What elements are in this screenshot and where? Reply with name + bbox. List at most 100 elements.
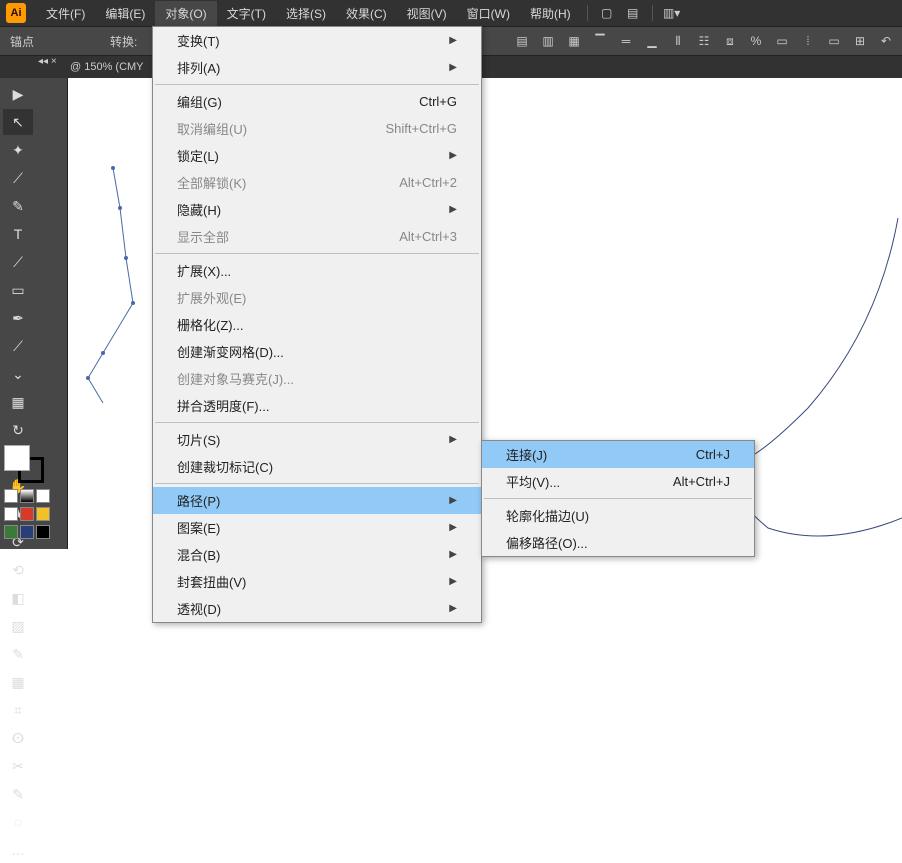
gradient-tool[interactable]: ▨ <box>3 613 33 639</box>
menu-item-label: 隐藏(H) <box>177 200 221 219</box>
rotate-tool[interactable]: ↻ <box>3 417 33 443</box>
menu-item[interactable]: 拼合透明度(F)... <box>153 392 481 419</box>
submenu-item[interactable]: 偏移路径(O)... <box>482 529 754 556</box>
align-left-icon[interactable]: ▤ <box>512 32 532 50</box>
menu-text[interactable]: 文字(T) <box>217 1 276 26</box>
menu-object[interactable]: 对象(O) <box>155 1 216 26</box>
menu-item[interactable]: 切片(S)▶ <box>153 426 481 453</box>
anchor-label: 锚点 <box>10 33 34 50</box>
blend-tool[interactable]: ▦ <box>3 669 33 695</box>
eyedropper-tool[interactable]: ✎ <box>3 641 33 667</box>
mesh-tool[interactable]: ◧ <box>3 585 33 611</box>
symbol-sprayer-tool[interactable]: ⌗ <box>3 697 33 723</box>
menu-item-label: 路径(P) <box>177 491 220 510</box>
menu-item[interactable]: 创建渐变网格(D)... <box>153 338 481 365</box>
submenu-item[interactable]: 轮廓化描边(U) <box>482 502 754 529</box>
menu-item: 取消编组(U)Shift+Ctrl+G <box>153 115 481 142</box>
column-graph-tool[interactable]: ⵙ <box>3 725 33 751</box>
swatch-red[interactable] <box>20 507 34 521</box>
type-tool[interactable]: T <box>3 221 33 247</box>
menu-item-label: 混合(B) <box>177 545 220 564</box>
swatch-green[interactable] <box>4 525 18 539</box>
align-artboard-icon[interactable]: ▭ <box>824 32 844 50</box>
menu-view[interactable]: 视图(V) <box>397 1 457 26</box>
menu-item: 创建对象马赛克(J)... <box>153 365 481 392</box>
menu-item[interactable]: 栅格化(Z)... <box>153 311 481 338</box>
swatch-preset-row <box>4 507 62 521</box>
menu-item[interactable]: 锁定(L)▶ <box>153 142 481 169</box>
menu-window[interactable]: 窗口(W) <box>457 1 520 26</box>
menu-item[interactable]: 封套扭曲(V)▶ <box>153 568 481 595</box>
align-bottom-icon[interactable]: ▁ <box>642 32 662 50</box>
submenu-item-label: 连接(J) <box>506 445 547 464</box>
doc-open-icon[interactable]: ▤ <box>622 3 644 23</box>
fill-swatch[interactable] <box>4 445 30 471</box>
menu-item-label: 锁定(L) <box>177 146 219 165</box>
align-points-icon[interactable]: ⦙ <box>798 32 818 50</box>
magic-wand-tool[interactable]: ✦ <box>3 137 33 163</box>
menu-item[interactable]: 扩展(X)... <box>153 257 481 284</box>
menu-select[interactable]: 选择(S) <box>276 1 336 26</box>
blob-brush-tool[interactable]: ⌄ <box>3 361 33 387</box>
distribute-icon[interactable]: ⧈ <box>720 32 740 50</box>
menu-item[interactable]: 图案(E)▶ <box>153 514 481 541</box>
menu-effect[interactable]: 效果(C) <box>336 1 397 26</box>
menu-item[interactable]: 路径(P)▶ <box>153 487 481 514</box>
submenu-item-label: 平均(V)... <box>506 472 560 491</box>
draw-normal-icon[interactable] <box>4 489 18 503</box>
none-mode-icon[interactable] <box>36 489 50 503</box>
menu-item[interactable]: 创建裁切标记(C) <box>153 453 481 480</box>
lasso-tool[interactable]: ⟋ <box>3 165 33 191</box>
dist-v-icon[interactable]: ☷ <box>694 32 714 50</box>
menu-file[interactable]: 文件(F) <box>36 1 95 26</box>
artboard-tool[interactable]: ✂ <box>3 753 33 779</box>
swatch-white[interactable] <box>4 507 18 521</box>
tool-panel: ▶ ↖ ✦ ⟋ ✎ T ⟋ ▭ ✒ ⟋ ⌄ ▦ ↻ ▦ ✋ ★ ⟳ ⟲ ◧ ▨ … <box>0 78 68 549</box>
menu-item[interactable]: 变换(T)▶ <box>153 27 481 54</box>
menu-item[interactable]: 透视(D)▶ <box>153 595 481 622</box>
align-right-icon[interactable]: ▦ <box>564 32 584 50</box>
menu-item[interactable]: 编组(G)Ctrl+G <box>153 88 481 115</box>
menu-item[interactable]: 排列(A)▶ <box>153 54 481 81</box>
align-top-icon[interactable]: ▔ <box>590 32 610 50</box>
distribute-btn[interactable]: ▭ <box>772 32 792 50</box>
swatch-blue[interactable] <box>20 525 34 539</box>
pen-tool[interactable]: ✎ <box>3 193 33 219</box>
grid-icon[interactable]: ⊞ <box>850 32 870 50</box>
document-tab[interactable]: @ 150% (CMY <box>70 61 144 73</box>
doc-new-icon[interactable]: ▢ <box>596 3 618 23</box>
menu-edit[interactable]: 编辑(E) <box>95 1 155 26</box>
rectangle-tool[interactable]: ▭ <box>3 277 33 303</box>
pencil-tool[interactable]: ⟋ <box>3 333 33 359</box>
fill-stroke-swatch[interactable] <box>4 445 62 539</box>
selection-tool[interactable]: ▶ <box>3 81 33 107</box>
align-middle-icon[interactable]: ═ <box>616 32 636 50</box>
menu-item[interactable]: 混合(B)▶ <box>153 541 481 568</box>
eraser-tool[interactable]: ▦ <box>3 389 33 415</box>
zoom-tool[interactable]: … <box>3 837 33 863</box>
align-icons-group: ▤ ▥ ▦ ▔ ═ ▁ ⫴ ☷ ⧈ % ▭ ⦙ ▭ ⊞ ↶ <box>512 32 902 50</box>
perspective-tool[interactable]: ⟲ <box>3 557 33 583</box>
undo-icon[interactable]: ↶ <box>876 32 896 50</box>
slice-tool[interactable]: ✎ <box>3 781 33 807</box>
paintbrush-tool[interactable]: ✒ <box>3 305 33 331</box>
menu-item[interactable]: 隐藏(H)▶ <box>153 196 481 223</box>
direct-selection-tool[interactable]: ↖ <box>3 109 33 135</box>
object-menu-dropdown: 变换(T)▶排列(A)▶ 编组(G)Ctrl+G取消编组(U)Shift+Ctrl… <box>152 26 482 623</box>
swatch-yellow[interactable] <box>36 507 50 521</box>
submenu-item[interactable]: 连接(J)Ctrl+J <box>482 441 754 468</box>
dist-h-icon[interactable]: ⫴ <box>668 32 688 50</box>
line-tool[interactable]: ⟋ <box>3 249 33 275</box>
hand-tool[interactable]: ◌ <box>3 809 33 835</box>
gradient-mode-icon[interactable] <box>20 489 34 503</box>
submenu-item[interactable]: 平均(V)... Alt+Ctrl+J <box>482 468 754 495</box>
workspace-icon[interactable]: ▥▾ <box>661 3 683 23</box>
menu-shortcut: Alt+Ctrl+3 <box>399 229 457 244</box>
menu-help[interactable]: 帮助(H) <box>520 1 581 26</box>
menu-shortcut: Alt+Ctrl+J <box>673 474 730 489</box>
menu-item-label: 排列(A) <box>177 58 220 77</box>
swatch-black[interactable] <box>36 525 50 539</box>
tabs-collapse-icon[interactable]: ◂◂ × <box>38 56 57 67</box>
align-center-icon[interactable]: ▥ <box>538 32 558 50</box>
menu-bar: Ai 文件(F) 编辑(E) 对象(O) 文字(T) 选择(S) 效果(C) 视… <box>0 0 902 26</box>
